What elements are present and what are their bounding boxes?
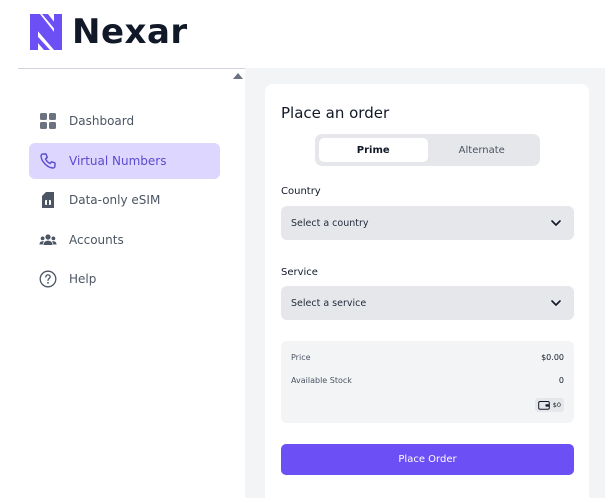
place-order-card: Place an order Prime Alternate Country S… bbox=[265, 84, 589, 498]
sidebar-item-label: Virtual Numbers bbox=[69, 153, 167, 168]
sidebar-item-help[interactable]: Help bbox=[29, 261, 220, 297]
service-select[interactable]: Select a service bbox=[281, 286, 574, 320]
wallet-balance: $0 bbox=[552, 401, 561, 409]
sidebar-item-dashboard[interactable]: Dashboard bbox=[29, 103, 220, 139]
place-order-button[interactable]: Place Order bbox=[281, 444, 574, 475]
service-select-value: Select a service bbox=[291, 297, 367, 309]
stock-label: Available Stock bbox=[291, 376, 352, 385]
sidebar-item-data-only-esim[interactable]: Data-only eSIM bbox=[29, 182, 220, 218]
sidebar-item-virtual-numbers[interactable]: Virtual Numbers bbox=[29, 142, 220, 179]
grid-icon bbox=[39, 112, 57, 130]
page-title: Place an order bbox=[281, 104, 390, 122]
price-value: $0.00 bbox=[541, 353, 564, 362]
country-label: Country bbox=[281, 186, 321, 197]
wallet-balance-badge: $0 bbox=[534, 398, 564, 412]
phone-icon bbox=[39, 152, 57, 170]
chevron-down-icon bbox=[551, 220, 561, 226]
service-label: Service bbox=[281, 267, 318, 278]
nexar-logo-icon bbox=[30, 14, 62, 50]
brand-header: Nexar bbox=[28, 12, 188, 52]
chevron-down-icon bbox=[551, 300, 561, 306]
sidebar-item-label: Help bbox=[69, 272, 97, 287]
users-icon bbox=[39, 231, 57, 249]
sim-card-icon bbox=[39, 191, 57, 209]
sidebar: Dashboard Virtual Numbers Data-only eSIM… bbox=[18, 68, 245, 498]
help-circle-icon bbox=[39, 270, 57, 288]
price-row: Price $0.00 bbox=[291, 353, 564, 362]
order-type-toggle: Prime Alternate bbox=[315, 134, 540, 166]
sidebar-item-accounts[interactable]: Accounts bbox=[29, 222, 220, 258]
sidebar-item-label: Data-only eSIM bbox=[69, 193, 161, 208]
sidebar-item-label: Accounts bbox=[69, 232, 124, 247]
brand-name: Nexar bbox=[72, 12, 188, 52]
tab-prime[interactable]: Prime bbox=[319, 138, 428, 162]
sidebar-nav: Dashboard Virtual Numbers Data-only eSIM… bbox=[29, 103, 220, 301]
stock-value: 0 bbox=[558, 376, 564, 385]
country-select-value: Select a country bbox=[291, 217, 369, 229]
price-label: Price bbox=[291, 353, 311, 362]
wallet-icon bbox=[537, 401, 550, 410]
country-select[interactable]: Select a country bbox=[281, 206, 574, 240]
tab-alternate[interactable]: Alternate bbox=[428, 138, 537, 162]
sidebar-item-label: Dashboard bbox=[69, 114, 135, 128]
scroll-up-arrow-icon[interactable] bbox=[233, 73, 243, 79]
stock-row: Available Stock 0 bbox=[291, 376, 564, 385]
order-summary: Price $0.00 Available Stock 0 $0 bbox=[281, 341, 574, 423]
